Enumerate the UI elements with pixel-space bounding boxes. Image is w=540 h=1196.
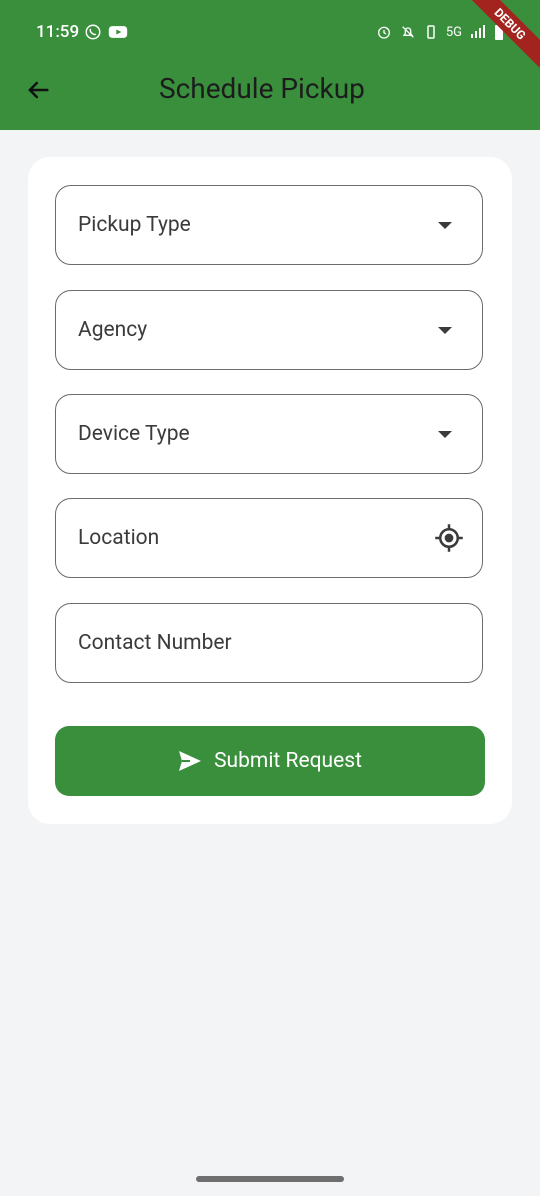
app-bar: 11:59 5G DEBUG Schedule Pickup <box>0 0 540 130</box>
pickup-type-label: Pickup Type <box>78 213 191 237</box>
contact-number-label: Contact Number <box>78 631 232 655</box>
location-field[interactable]: Location <box>55 498 483 578</box>
pickup-type-dropdown[interactable]: Pickup Type <box>55 185 483 265</box>
bell-off-icon <box>402 26 414 38</box>
status-right-icons: 5G <box>376 23 504 41</box>
signal-icon <box>471 25 485 38</box>
send-icon <box>179 751 202 771</box>
gesture-bar[interactable] <box>196 1176 344 1182</box>
submit-request-button[interactable]: Submit Request <box>55 726 485 796</box>
vibrate-icon <box>427 25 435 39</box>
alarm-icon <box>377 26 390 39</box>
chevron-down-icon <box>438 430 452 438</box>
status-time: 11:59 <box>36 22 80 42</box>
chevron-down-icon <box>438 221 452 229</box>
agency-dropdown[interactable]: Agency <box>55 290 483 370</box>
back-arrow-icon[interactable] <box>24 76 52 104</box>
network-label: 5G <box>445 24 462 40</box>
location-label: Location <box>78 526 160 550</box>
status-left-icons <box>84 23 128 41</box>
chevron-down-icon <box>438 326 452 334</box>
device-type-dropdown[interactable]: Device Type <box>55 394 483 474</box>
youtube-icon <box>108 26 128 38</box>
agency-label: Agency <box>78 318 148 342</box>
page-title: Schedule Pickup <box>159 72 365 105</box>
my-location-icon[interactable] <box>434 523 464 553</box>
status-bar: 11:59 5G DEBUG <box>0 0 540 74</box>
form-card: Pickup Type Agency Device Type Location … <box>28 157 512 824</box>
submit-request-label: Submit Request <box>214 749 362 773</box>
device-type-label: Device Type <box>78 422 190 446</box>
whatsapp-icon <box>85 24 101 40</box>
contact-number-field[interactable]: Contact Number <box>55 603 483 683</box>
